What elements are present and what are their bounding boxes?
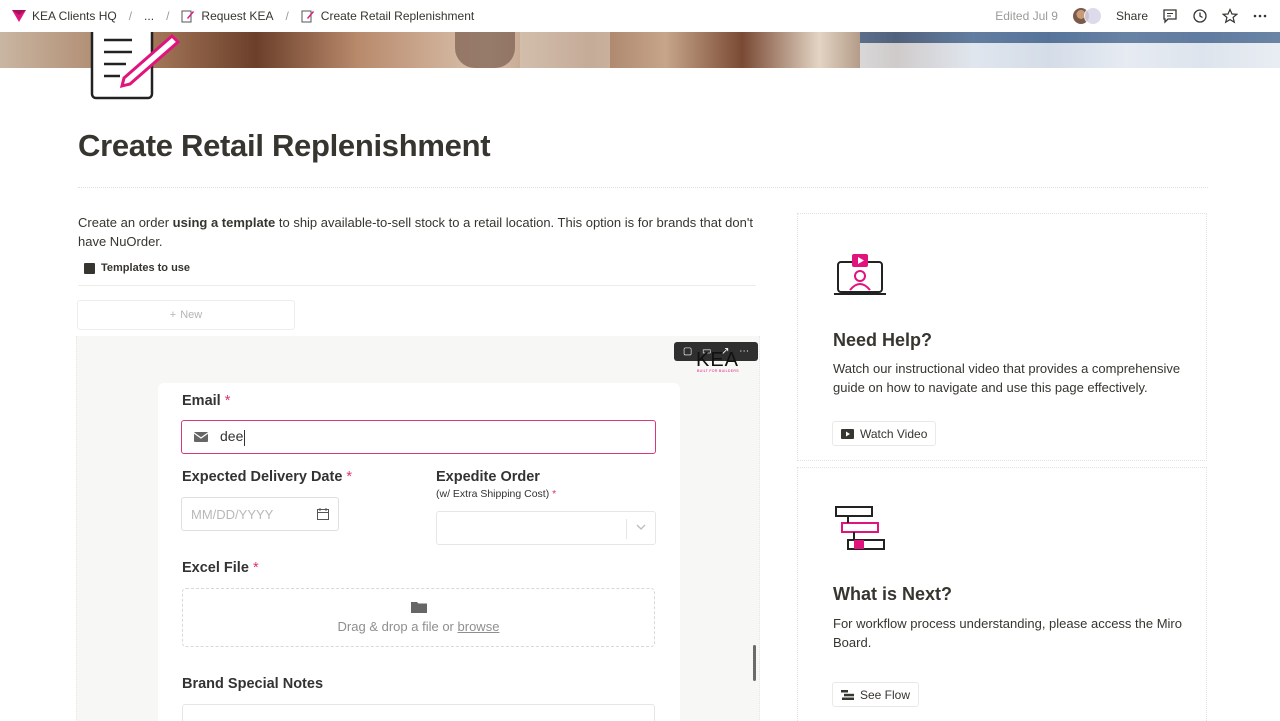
workspace-logo-icon bbox=[12, 10, 26, 22]
required-marker: * bbox=[346, 469, 353, 485]
email-label: Email * bbox=[182, 393, 230, 409]
intro-bold-text: using a template bbox=[172, 215, 276, 230]
what-next-title: What is Next? bbox=[833, 584, 953, 604]
envelope-icon bbox=[194, 432, 208, 442]
workflow-icon bbox=[835, 506, 885, 550]
brand-notes-field[interactable] bbox=[182, 704, 655, 721]
watch-video-label: Watch Video bbox=[860, 426, 928, 441]
video-icon bbox=[841, 428, 854, 439]
page-notepad-icon[interactable] bbox=[86, 32, 186, 102]
watch-video-button[interactable]: Watch Video bbox=[832, 421, 937, 446]
divider bbox=[78, 285, 756, 286]
more-options-icon[interactable] bbox=[1252, 8, 1268, 24]
delivery-label-text: Expected Delivery Date bbox=[182, 469, 343, 485]
excel-label-text: Excel File bbox=[182, 560, 249, 576]
breadcrumb: KEA Clients HQ / ... / Request KEA / Cre… bbox=[12, 9, 474, 23]
breadcrumb-separator: / bbox=[128, 9, 133, 23]
drop-instructions: Drag & drop a file or browse bbox=[338, 619, 500, 634]
star-icon[interactable] bbox=[1222, 8, 1238, 24]
templates-label: Templates to use bbox=[101, 262, 191, 274]
date-placeholder: MM/DD/YYYY bbox=[191, 506, 274, 522]
share-button[interactable]: Share bbox=[1116, 9, 1148, 23]
comment-icon[interactable]: ▢ bbox=[683, 346, 692, 357]
breadcrumb-current[interactable]: Create Retail Replenishment bbox=[321, 9, 474, 23]
avatar bbox=[1083, 7, 1102, 25]
clock-icon[interactable] bbox=[1192, 8, 1208, 24]
excel-file-label: Excel File * bbox=[182, 560, 259, 576]
notes-label-text: Brand Special Notes bbox=[182, 676, 324, 692]
required-marker: * bbox=[224, 393, 231, 409]
email-label-text: Email bbox=[182, 393, 221, 409]
expedite-order-select[interactable] bbox=[436, 511, 656, 545]
embed-scrollbar[interactable] bbox=[753, 645, 756, 681]
new-label: New bbox=[180, 309, 203, 321]
new-template-button[interactable]: + New bbox=[77, 300, 295, 330]
what-next-description: For workflow process understanding, plea… bbox=[833, 616, 1182, 650]
more-options-icon[interactable]: ⋯ bbox=[739, 346, 749, 357]
need-help-description: Watch our instructional video that provi… bbox=[833, 361, 1181, 395]
video-tutorial-icon bbox=[834, 254, 886, 295]
book-icon bbox=[84, 262, 95, 274]
brand-notes-label: Brand Special Notes bbox=[182, 676, 323, 692]
browse-link[interactable]: browse bbox=[458, 619, 500, 634]
see-flow-button[interactable]: See Flow bbox=[832, 682, 920, 707]
page-edit-icon bbox=[301, 10, 314, 23]
email-value: dee bbox=[220, 428, 244, 445]
kea-logo-tagline: BUILT FOR BUILDERS bbox=[697, 369, 739, 373]
breadcrumb-ellipsis[interactable]: ... bbox=[144, 9, 154, 23]
breadcrumb-parent[interactable]: Request KEA bbox=[201, 9, 273, 23]
expedite-sublabel-text: (w/ Extra Shipping Cost) bbox=[436, 488, 550, 500]
breadcrumb-separator: / bbox=[166, 9, 170, 23]
cover-image bbox=[0, 32, 1280, 68]
breadcrumb-separator: / bbox=[285, 9, 289, 23]
comment-icon[interactable] bbox=[1162, 8, 1178, 24]
intro-text: Create an order bbox=[78, 215, 173, 230]
flow-icon bbox=[841, 689, 854, 700]
chevron-down-icon bbox=[636, 524, 646, 530]
breadcrumb-workspace[interactable]: KEA Clients HQ bbox=[32, 9, 117, 23]
required-marker: * bbox=[252, 560, 259, 576]
delivery-date-field[interactable]: MM/DD/YYYY bbox=[181, 497, 339, 531]
page-title[interactable]: Create Retail Replenishment bbox=[78, 128, 491, 164]
email-field[interactable]: dee bbox=[181, 420, 656, 454]
drop-text: Drag & drop a file or bbox=[337, 619, 454, 634]
page-intro[interactable]: Create an order using a template to ship… bbox=[78, 213, 758, 251]
folder-icon bbox=[410, 602, 427, 613]
expedite-order-label: Expedite Order bbox=[436, 469, 540, 485]
templates-view-tab[interactable]: Templates to use bbox=[84, 262, 190, 274]
need-help-title: Need Help? bbox=[833, 330, 933, 350]
expedite-label-text: Expedite Order bbox=[436, 469, 540, 485]
delivery-date-label: Expected Delivery Date * bbox=[182, 469, 352, 485]
file-drop-zone[interactable]: Drag & drop a file or browse bbox=[182, 588, 655, 647]
topbar-actions: Edited Jul 9 Share bbox=[995, 0, 1268, 32]
top-bar: KEA Clients HQ / ... / Request KEA / Cre… bbox=[0, 0, 1280, 32]
see-flow-label: See Flow bbox=[860, 687, 911, 702]
divider bbox=[78, 187, 1208, 188]
text-cursor bbox=[244, 429, 246, 446]
collaborator-avatars[interactable] bbox=[1071, 7, 1102, 25]
required-marker: * bbox=[552, 488, 557, 500]
plus-icon: + bbox=[169, 309, 177, 321]
calendar-icon[interactable] bbox=[317, 508, 329, 520]
edited-timestamp: Edited Jul 9 bbox=[995, 9, 1058, 23]
expedite-sublabel: (w/ Extra Shipping Cost) * bbox=[436, 488, 556, 500]
page-edit-icon bbox=[181, 10, 195, 23]
